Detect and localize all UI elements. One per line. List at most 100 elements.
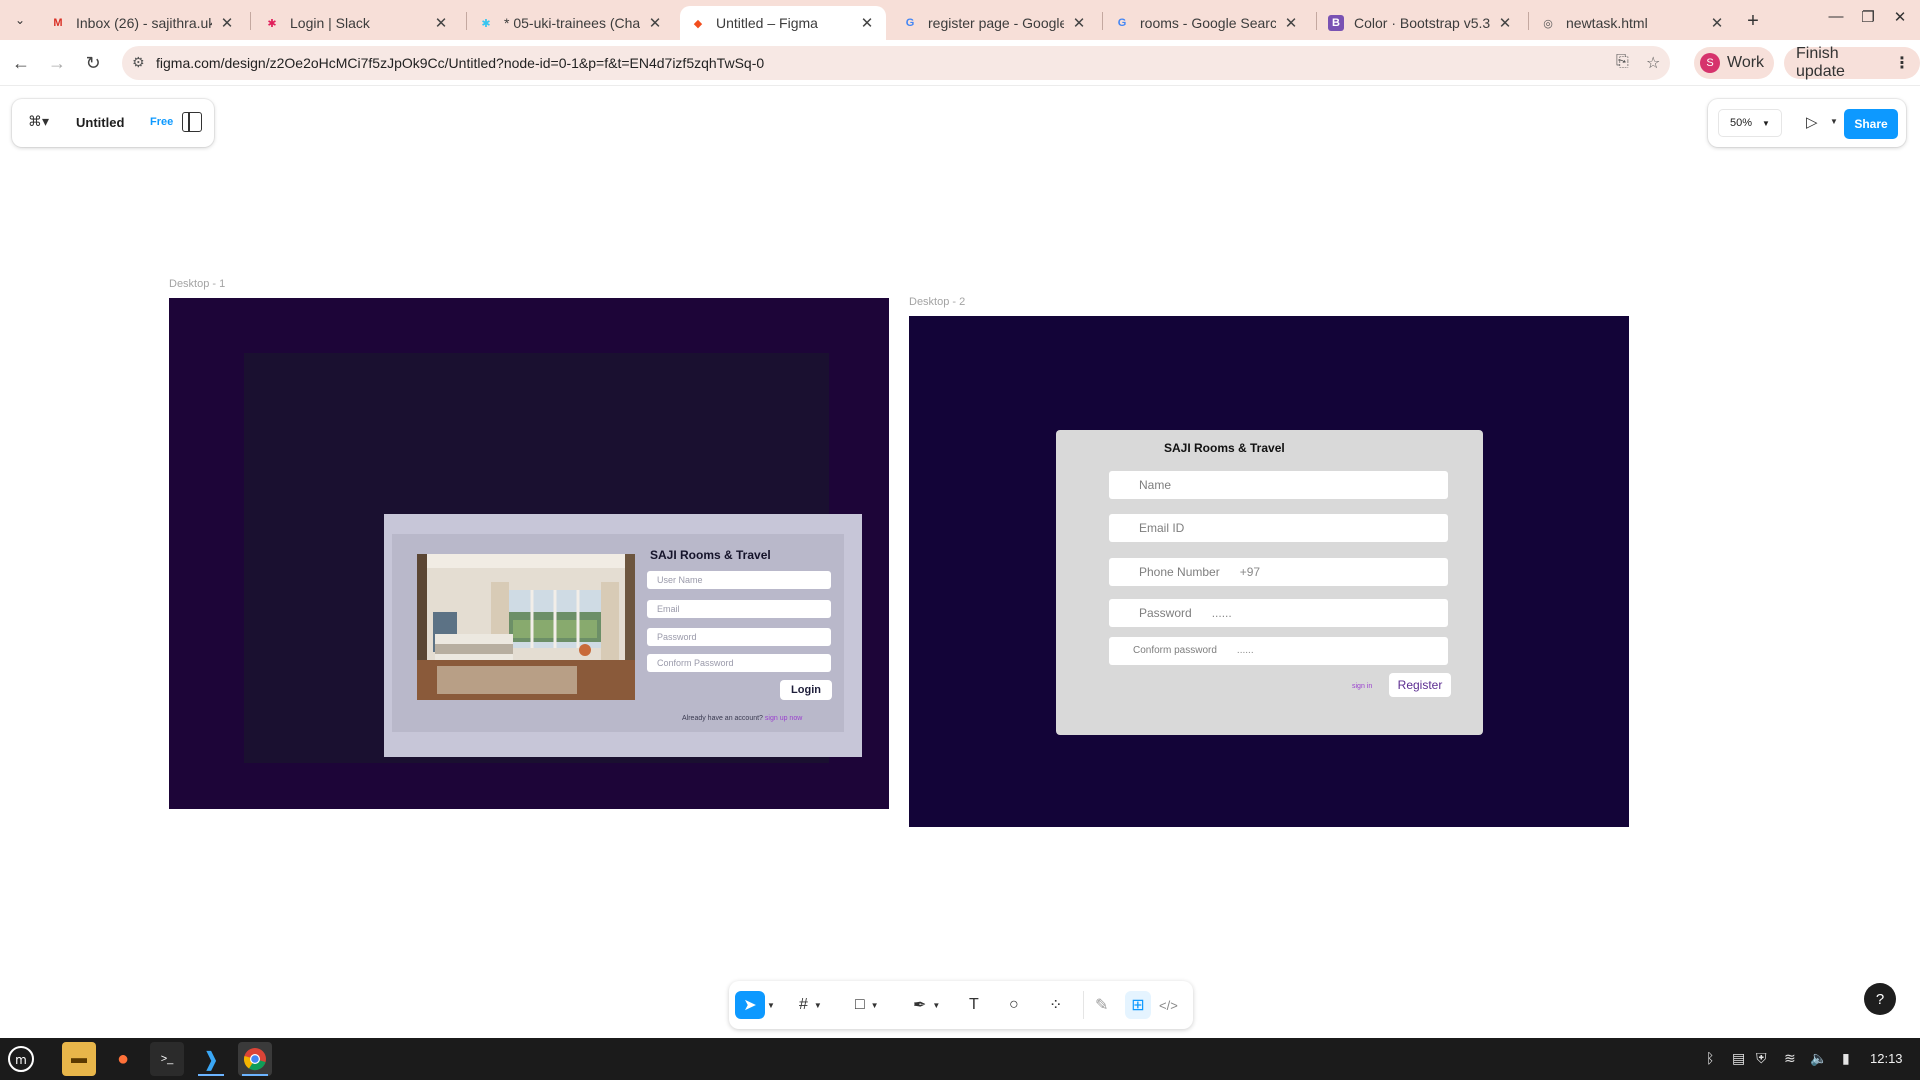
tab-title: Login | Slack xyxy=(290,15,370,31)
already-account-text: Already have an account? sign up now xyxy=(682,715,802,722)
design-mode-icon[interactable]: ⊞ xyxy=(1125,991,1151,1019)
tab-figma[interactable]: ◆ Untitled – Figma ✕ xyxy=(680,6,886,40)
sidebar-toggle-icon[interactable] xyxy=(182,112,202,132)
finish-update-button[interactable]: Finish update ⋮ xyxy=(1784,45,1920,80)
reload-icon[interactable]: ↻ xyxy=(80,50,106,76)
tab-register-search[interactable]: G register page - Google S ✕ xyxy=(892,6,1098,40)
google-icon: G xyxy=(1117,17,1127,29)
install-app-icon[interactable]: ⎘ xyxy=(1616,53,1629,71)
close-tab-icon[interactable]: ✕ xyxy=(432,14,450,32)
tab-bootstrap[interactable]: B Color · Bootstrap v5.3 ✕ xyxy=(1318,6,1524,40)
close-window-icon[interactable]: ✕ xyxy=(1888,8,1912,26)
rectangle-tool-icon[interactable]: □ ▼ xyxy=(855,991,879,1019)
frame-desktop-2[interactable]: SAJI Rooms & Travel Name Email ID Phone … xyxy=(909,316,1629,827)
forward-icon[interactable]: → xyxy=(44,50,70,76)
password-field[interactable]: Password xyxy=(647,628,831,646)
tab-title: Inbox (26) - sajithra.uki.s xyxy=(76,15,212,31)
close-tab-icon[interactable]: ✕ xyxy=(1070,14,1088,32)
move-tool-icon[interactable]: ➤ xyxy=(735,991,765,1019)
confirm-password-field[interactable]: Conform Password xyxy=(647,654,831,672)
frame-inner-panel: SAJI Rooms & Travel User Name Email Pass… xyxy=(244,353,862,763)
back-icon[interactable]: ← xyxy=(8,50,34,76)
chevron-down-icon[interactable]: ▼ xyxy=(1830,117,1838,126)
email-field[interactable]: Email xyxy=(647,600,831,618)
phone-number-field[interactable]: Phone Number +97 xyxy=(1109,558,1448,586)
profile-button[interactable]: S Work xyxy=(1694,47,1775,79)
figma-icon: ◆ xyxy=(693,17,703,30)
help-button[interactable]: ? xyxy=(1864,983,1896,1015)
share-button[interactable]: Share xyxy=(1844,109,1898,139)
files-icon[interactable]: ▬ xyxy=(62,1042,96,1076)
signup-link[interactable]: sign up now xyxy=(765,715,802,722)
register-button[interactable]: Register xyxy=(1389,673,1451,697)
close-tab-icon[interactable]: ✕ xyxy=(646,14,664,32)
vscode-icon[interactable]: ❱ xyxy=(194,1042,228,1076)
actions-tool-icon[interactable]: ⁘ xyxy=(1049,991,1062,1019)
close-tab-icon[interactable]: ✕ xyxy=(218,14,236,32)
frame-label-desktop-1[interactable]: Desktop - 1 xyxy=(169,278,225,290)
confirm-password-field[interactable]: Conform password...... xyxy=(1109,637,1448,665)
chrome-icon[interactable] xyxy=(238,1042,272,1076)
chevron-down-icon[interactable]: ▼ xyxy=(767,991,775,1019)
text-tool-icon[interactable]: T xyxy=(969,991,979,1019)
firefox-icon[interactable]: ● xyxy=(106,1042,140,1076)
start-menu-icon[interactable]: m xyxy=(4,1042,38,1076)
tab-rooms-search[interactable]: G rooms - Google Search ✕ xyxy=(1104,6,1310,40)
frame-tool-icon[interactable]: # ▼ xyxy=(799,991,822,1019)
phone-prefix: +97 xyxy=(1239,565,1261,579)
tab-slack-login[interactable]: ✱ Login | Slack ✕ xyxy=(254,6,460,40)
frame-desktop-1[interactable]: SAJI Rooms & Travel User Name Email Pass… xyxy=(169,298,889,809)
login-button[interactable]: Login xyxy=(780,680,832,700)
clock[interactable]: 12:13 xyxy=(1870,1051,1903,1066)
pen-tool-icon[interactable]: ✒ ▼ xyxy=(913,991,940,1019)
tab-title: register page - Google S xyxy=(928,15,1064,31)
volume-icon[interactable]: 🔈 xyxy=(1810,1050,1827,1067)
present-play-icon[interactable]: ▷ xyxy=(1806,113,1818,131)
figma-menu-icon[interactable]: ⌘▾ xyxy=(28,113,49,130)
tab-title: rooms - Google Search xyxy=(1140,15,1276,31)
close-tab-icon[interactable]: ✕ xyxy=(1496,14,1514,32)
battery-icon[interactable]: ▮ xyxy=(1842,1050,1850,1067)
confirm-password-label: Conform password xyxy=(1133,645,1217,656)
draw-mode-icon[interactable]: ✎ xyxy=(1095,991,1108,1019)
already-account-label: Already have an account? xyxy=(682,715,763,722)
dev-mode-icon[interactable]: </> xyxy=(1159,991,1178,1019)
tab-title: Color · Bootstrap v5.3 xyxy=(1354,15,1490,31)
new-tab-icon[interactable]: + xyxy=(1740,8,1766,34)
tab-separator xyxy=(1316,12,1317,30)
shield-icon[interactable]: ⛨ xyxy=(1756,1050,1767,1067)
tab-gmail[interactable]: M Inbox (26) - sajithra.uki.s ✕ xyxy=(40,6,246,40)
terminal-icon[interactable]: >_ xyxy=(150,1042,184,1076)
tab-newtask[interactable]: ◎ newtask.html ✕ xyxy=(1530,6,1736,40)
password-field[interactable]: Password...... xyxy=(1109,599,1448,627)
globe-icon: ◎ xyxy=(1543,17,1553,30)
bluetooth-icon[interactable]: ᛒ xyxy=(1706,1050,1714,1066)
comment-tool-icon[interactable]: ○ xyxy=(1009,991,1019,1019)
restore-icon[interactable]: ❐ xyxy=(1856,8,1880,26)
username-field[interactable]: User Name xyxy=(647,571,831,589)
bookmark-star-icon[interactable]: ☆ xyxy=(1646,53,1660,73)
close-tab-icon[interactable]: ✕ xyxy=(1282,14,1300,32)
tab-search-chevron-icon[interactable]: ⌄ xyxy=(8,8,32,32)
minimize-icon[interactable]: — xyxy=(1824,8,1848,25)
close-tab-icon[interactable]: ✕ xyxy=(1708,14,1726,32)
signin-link[interactable]: sign in xyxy=(1352,683,1372,690)
tab-separator xyxy=(250,12,251,30)
file-panel: ⌘▾ Untitled Free xyxy=(12,99,214,147)
clipboard-icon[interactable]: ▤ xyxy=(1732,1050,1745,1067)
tab-separator xyxy=(466,12,467,30)
zoom-dropdown[interactable]: 50% ▼ xyxy=(1718,109,1782,137)
site-info-icon[interactable]: ⚙ xyxy=(132,54,145,71)
address-bar[interactable]: ⚙ figma.com/design/z2Oe2oHcMCi7f5zJpOk9C… xyxy=(122,46,1670,80)
url-text: figma.com/design/z2Oe2oHcMCi7f5zJpOk9Cc/… xyxy=(156,55,765,71)
wifi-icon[interactable]: ≋ xyxy=(1784,1050,1796,1067)
email-id-field[interactable]: Email ID xyxy=(1109,514,1448,542)
frame-label-desktop-2[interactable]: Desktop - 2 xyxy=(909,296,965,308)
plan-badge[interactable]: Free xyxy=(150,116,173,128)
tab-slack-channel[interactable]: ✱ * 05-uki-trainees (Chann ✕ xyxy=(468,6,674,40)
file-name[interactable]: Untitled xyxy=(76,115,124,130)
slack-icon: ✱ xyxy=(481,17,491,30)
figma-canvas[interactable]: ⌘▾ Untitled Free 50% ▼ ▷ ▼ Share Desktop… xyxy=(0,87,1920,1037)
close-tab-icon[interactable]: ✕ xyxy=(858,14,876,32)
name-field[interactable]: Name xyxy=(1109,471,1448,499)
